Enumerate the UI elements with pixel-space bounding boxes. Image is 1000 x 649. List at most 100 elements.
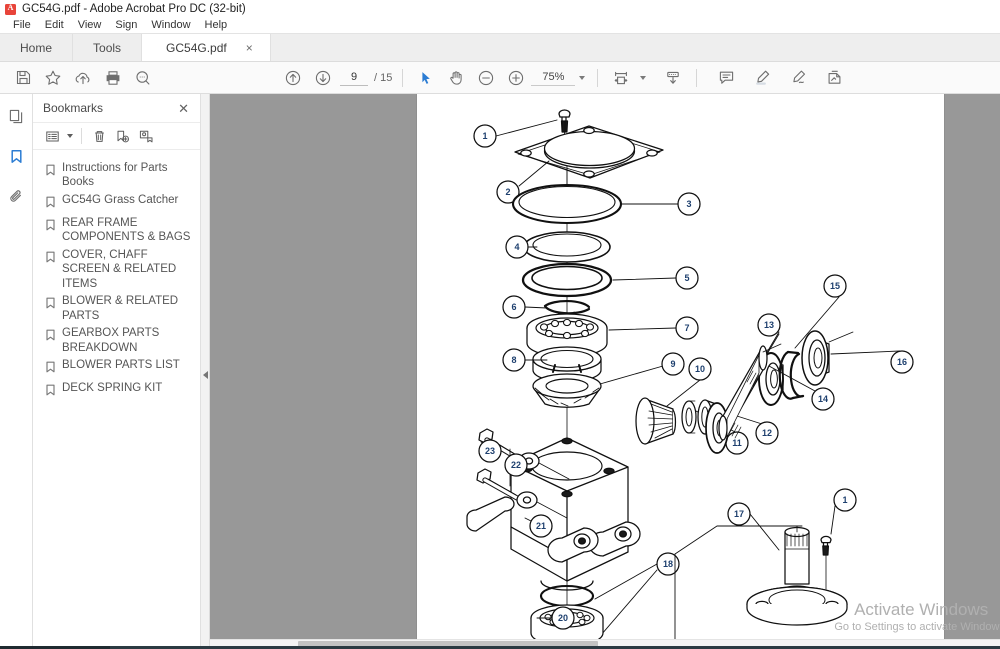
svg-text:20: 20 — [558, 613, 568, 623]
collapse-panel-arrow-icon[interactable] — [203, 371, 208, 379]
previous-page-icon[interactable] — [278, 65, 308, 91]
zoom-dropdown-chevron-down-icon[interactable] — [575, 68, 589, 88]
svg-text:13: 13 — [764, 320, 774, 330]
svg-text:16: 16 — [897, 357, 907, 367]
zoom-out-icon[interactable] — [471, 65, 501, 91]
menu-sign[interactable]: Sign — [108, 18, 144, 33]
page-number-input[interactable] — [340, 69, 368, 86]
svg-text:22: 22 — [511, 460, 521, 470]
svg-text:23: 23 — [485, 446, 495, 456]
svg-text:15: 15 — [830, 281, 840, 291]
tab-strip-filler — [270, 34, 1000, 61]
main-toolbar: / 15 — [0, 62, 1000, 94]
zoom-in-icon[interactable] — [501, 65, 531, 91]
tab-tools[interactable]: Tools — [73, 34, 143, 61]
list-item-label: BLOWER PARTS LIST — [62, 359, 180, 371]
paperclip-icon — [8, 188, 25, 210]
svg-text:17: 17 — [734, 509, 744, 519]
document-viewport[interactable]: 1 2 3 4 5 6 7 8 9 10 11 12 13 14 15 16 1… — [210, 94, 1000, 649]
trash-delete-bookmark-icon[interactable] — [88, 125, 110, 147]
list-item-label: DECK SPRING KIT — [62, 382, 163, 394]
print-icon[interactable] — [98, 65, 128, 91]
hand-pan-icon[interactable] — [441, 65, 471, 91]
svg-text:1: 1 — [482, 131, 487, 141]
sidebar-item-bookmarks[interactable] — [3, 146, 29, 172]
bookmark-icon — [45, 195, 56, 213]
list-item-label: GEARBOX PARTS BREAKDOWN — [62, 327, 160, 354]
close-icon[interactable]: ✕ — [175, 100, 192, 117]
sidebar-item-page-thumbnails[interactable] — [3, 106, 29, 132]
list-item[interactable]: GEARBOX PARTS BREAKDOWN — [35, 325, 196, 357]
tab-document[interactable]: GC54G.pdf × — [142, 34, 271, 61]
svg-text:3: 3 — [686, 199, 691, 209]
list-item[interactable]: REAR FRAME COMPONENTS & BAGS — [35, 214, 196, 246]
bookmark-icon — [45, 163, 56, 181]
fit-dropdown-chevron-down-icon[interactable] — [636, 68, 650, 88]
zoom-level-input[interactable] — [531, 69, 576, 86]
title-bar: GC54G.pdf - Adobe Acrobat Pro DC (32-bit… — [0, 0, 1000, 18]
svg-text:7: 7 — [684, 323, 689, 333]
draw-freehand-icon[interactable] — [783, 65, 813, 91]
highlight-text-icon[interactable] — [747, 65, 777, 91]
bookmark-icon — [8, 148, 25, 170]
svg-text:5: 5 — [684, 273, 689, 283]
save-icon[interactable] — [8, 65, 38, 91]
panel-splitter[interactable] — [201, 94, 210, 649]
svg-text:12: 12 — [762, 428, 772, 438]
toolbar-divider-2 — [597, 68, 599, 87]
edit-bookmark-icon[interactable] — [134, 125, 156, 147]
bookmark-icon — [45, 250, 56, 268]
pages-icon — [8, 108, 25, 130]
bookmarks-toolbar-divider — [81, 128, 82, 144]
new-bookmark-icon[interactable] — [111, 125, 133, 147]
page-scrolling-icon[interactable] — [658, 65, 688, 91]
svg-text:4: 4 — [514, 242, 519, 252]
svg-text:11: 11 — [732, 438, 742, 448]
bookmark-icon — [45, 296, 56, 314]
menu-view[interactable]: View — [71, 18, 109, 33]
list-item[interactable]: Instructions for Parts Books — [35, 159, 196, 191]
bookmarks-list[interactable]: Instructions for Parts Books GC54G Grass… — [33, 150, 200, 649]
window-title: GC54G.pdf - Adobe Acrobat Pro DC (32-bit… — [22, 3, 246, 15]
svg-text:8: 8 — [511, 355, 516, 365]
add-stamp-icon[interactable] — [819, 65, 849, 91]
upload-to-cloud-icon[interactable] — [68, 65, 98, 91]
acrobat-logo-icon — [5, 3, 16, 15]
menu-file[interactable]: File — [6, 18, 38, 33]
add-comment-icon[interactable] — [711, 65, 741, 91]
acrobat-window: GC54G.pdf - Adobe Acrobat Pro DC (32-bit… — [0, 0, 1000, 649]
toolbar-divider-3 — [696, 68, 698, 87]
list-item[interactable]: GC54G Grass Catcher — [35, 191, 196, 214]
page-total-label: / 15 — [374, 71, 393, 84]
bookmark-icon — [45, 383, 56, 401]
list-item[interactable]: BLOWER & RELATED PARTS — [35, 293, 196, 325]
tab-home[interactable]: Home — [0, 34, 74, 61]
sidebar-item-attachments[interactable] — [3, 186, 29, 212]
bookmarks-toolbar — [33, 122, 200, 150]
find-text-icon[interactable] — [128, 65, 158, 91]
bookmarks-panel-header: Bookmarks ✕ — [33, 94, 200, 122]
workspace: Bookmarks ✕ Instructions for Parts Books… — [0, 94, 1000, 649]
list-item[interactable]: BLOWER PARTS LIST — [35, 357, 196, 380]
menu-help[interactable]: Help — [198, 18, 235, 33]
menu-edit[interactable]: Edit — [38, 18, 71, 33]
bookmarks-options-chevron-down-icon[interactable] — [64, 127, 75, 145]
close-tab-icon[interactable]: × — [243, 40, 256, 56]
next-page-icon[interactable] — [308, 65, 338, 91]
tab-strip: Home Tools GC54G.pdf × — [0, 34, 1000, 62]
menu-window[interactable]: Window — [144, 18, 197, 33]
menu-bar: File Edit View Sign Window Help — [0, 18, 1000, 34]
list-options-icon[interactable] — [41, 125, 63, 147]
list-item-label: Instructions for Parts Books — [62, 161, 168, 189]
list-item-label: REAR FRAME COMPONENTS & BAGS — [62, 216, 191, 244]
fit-page-icon[interactable] — [606, 65, 636, 91]
list-item-label: GC54G Grass Catcher — [62, 193, 179, 206]
list-item[interactable]: COVER, CHAFF SCREEN & RELATED ITEMS — [35, 246, 196, 293]
bookmark-icon — [45, 360, 56, 378]
pdf-page: 1 2 3 4 5 6 7 8 9 10 11 12 13 14 15 16 1… — [417, 94, 944, 649]
list-item[interactable]: DECK SPRING KIT — [35, 380, 196, 403]
svg-text:21: 21 — [536, 521, 546, 531]
add-to-favorites-icon[interactable] — [38, 65, 68, 91]
select-cursor-icon[interactable] — [411, 65, 441, 91]
gearbox-parts-diagram: 1 2 3 4 5 6 7 8 9 10 11 12 13 14 15 16 1… — [466, 109, 914, 649]
